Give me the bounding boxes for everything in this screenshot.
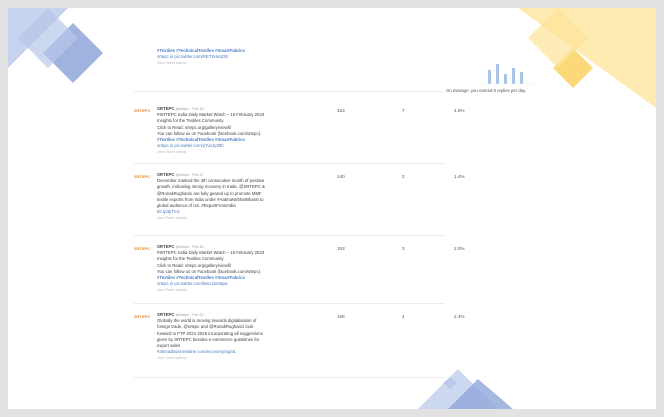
srtepc-logo-icon[interactable]: SRTEPC <box>134 246 150 252</box>
impressions-count: 153 <box>337 108 345 113</box>
engagements-count: 2 <box>402 174 405 179</box>
engagement-rate: 2.0% <box>454 246 465 251</box>
view-tweet-activity-link[interactable]: View Tweet activity <box>157 355 307 361</box>
engagement-rate: 2.4% <box>454 314 465 319</box>
engagement-rate: 4.6% <box>454 108 465 113</box>
partial-tweet: #Textiles #TechnicalTextiles #SmartFabri… <box>134 48 444 92</box>
tweet-handle-date: @srtepc · Feb 16 <box>175 107 204 111</box>
mini-bar <box>488 70 491 84</box>
mini-bar <box>520 72 523 84</box>
tweet-handle-date: @srtepc · Feb 15 <box>175 245 204 249</box>
tweet-row[interactable]: SRTEPC SRTEPC @srtepc · Feb 17 December ma… <box>134 166 464 236</box>
tweet-body: SRTEPC @srtepc · Feb 16 #SRTEPC India Dai… <box>157 106 307 156</box>
view-tweet-activity-link[interactable]: View Tweet activity <box>157 215 307 221</box>
tweet-body: SRTEPC @srtepc · Feb 15 Globally the worl… <box>157 312 307 362</box>
impressions-count: 153 <box>337 246 345 251</box>
tweet-author[interactable]: SRTEPC <box>157 172 174 177</box>
srtepc-logo-icon[interactable]: SRTEPC <box>134 174 150 180</box>
view-tweet-activity-link[interactable]: View Tweet activity <box>157 60 307 66</box>
tweet-handle-date: @srtepc · Feb 15 <box>175 313 204 317</box>
engagements-count: 7 <box>402 108 405 113</box>
srtepc-logo-icon[interactable]: SRTEPC <box>134 108 150 114</box>
tweet-body: SRTEPC @srtepc · Feb 15 #SRTEPC India Dai… <box>157 244 307 294</box>
replies-summary: On average, you earned 8 replies per day… <box>446 88 527 93</box>
tweet-author[interactable]: SRTEPC <box>157 106 174 111</box>
mini-bar <box>496 64 499 84</box>
tweet-row[interactable]: SRTEPC SRTEPC @srtepc · Feb 16 #SRTEPC Ind… <box>134 100 464 164</box>
impressions-count: 140 <box>337 174 345 179</box>
engagement-rate: 1.4% <box>454 174 465 179</box>
tweet-handle-date: @srtepc · Feb 17 <box>175 173 204 177</box>
tweet-row[interactable]: SRTEPC SRTEPC @srtepc · Feb 15 #SRTEPC Ind… <box>134 238 464 304</box>
tweet-body: SRTEPC @srtepc · Feb 17 December marked t… <box>157 172 307 222</box>
tweet-author[interactable]: SRTEPC <box>157 312 174 317</box>
tweet-row[interactable]: SRTEPC SRTEPC @srtepc · Feb 15 Globally th… <box>134 306 464 378</box>
daily-engagement-mini-bars <box>478 64 538 84</box>
view-tweet-activity-link[interactable]: View Tweet activity <box>157 149 307 155</box>
mini-bar <box>504 74 507 84</box>
engagements-count: 4 <box>402 314 405 319</box>
engagements-count: 3 <box>402 246 405 251</box>
tweet-author[interactable]: SRTEPC <box>157 244 174 249</box>
slide-frame: On average, you earned 8 replies per day… <box>8 8 656 409</box>
srtepc-logo-icon[interactable]: SRTEPC <box>134 314 150 320</box>
mini-bar <box>512 68 515 84</box>
view-tweet-activity-link[interactable]: View Tweet activity <box>157 287 307 293</box>
blue-diamond-decoration-top-left <box>8 8 103 83</box>
impressions-count: 168 <box>337 314 345 319</box>
tweet-body: #Textiles #TechnicalTextiles #SmartFabri… <box>157 48 307 67</box>
